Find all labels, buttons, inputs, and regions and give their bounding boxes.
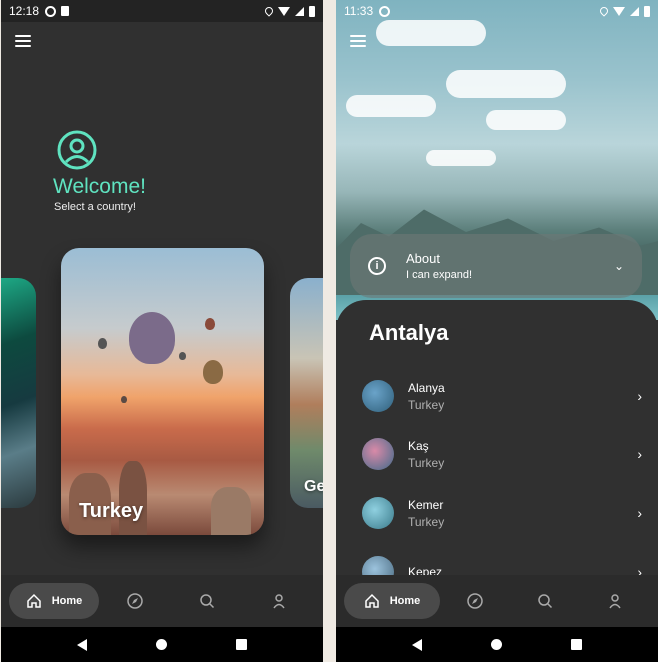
country-card-next[interactable]: Ge <box>290 278 323 508</box>
search-icon <box>200 594 215 609</box>
chevron-right-icon: › <box>637 388 642 404</box>
rock-image <box>211 487 251 535</box>
about-expandable-card[interactable]: i About I can expand! ⌄ <box>350 234 642 298</box>
sheet-title: Antalya <box>369 320 449 345</box>
person-icon <box>273 594 285 609</box>
wifi-icon <box>278 6 290 16</box>
app-notification-icon <box>45 5 57 17</box>
city-list-item[interactable]: Kaş Turkey › <box>362 434 642 474</box>
status-time: 11:33 <box>344 4 374 18</box>
city-name: Kemer <box>408 497 444 512</box>
nav-explore-button[interactable] <box>440 583 510 619</box>
nav-search-button[interactable] <box>171 583 243 619</box>
signal-icon <box>630 6 639 16</box>
country-card-label: Turkey <box>79 500 144 522</box>
city-list-item[interactable]: Alanya Turkey › <box>362 376 642 416</box>
balloon-image <box>203 360 223 384</box>
country-card-previous[interactable] <box>1 278 36 508</box>
app-notification-icon <box>379 5 391 17</box>
about-title: About <box>406 251 440 266</box>
balloon-image <box>179 352 186 360</box>
battery-icon <box>644 5 650 17</box>
status-bar: 12:18 <box>1 0 323 22</box>
cities-sheet: Antalya Alanya Turkey › Kaş Turkey › Kem… <box>336 300 658 590</box>
search-icon <box>538 594 553 609</box>
nav-profile-button[interactable] <box>243 583 315 619</box>
bottom-navigation: Home <box>1 575 323 627</box>
country-card-turkey[interactable]: Turkey <box>61 248 264 535</box>
sim-icon <box>61 6 70 16</box>
city-name: Kaş <box>408 438 429 453</box>
city-country: Turkey <box>408 514 445 529</box>
status-bar: 11:33 <box>336 0 658 22</box>
chevron-down-icon[interactable]: ⌄ <box>614 259 624 273</box>
chevron-right-icon: › <box>637 505 642 521</box>
nav-search-button[interactable] <box>510 583 580 619</box>
bottom-navigation: Home <box>336 575 658 627</box>
city-thumbnail <box>362 438 394 470</box>
home-screen: 12:18 Welcome! Select a country! Turkey … <box>1 0 323 662</box>
city-thumbnail <box>362 380 394 412</box>
nav-home-label: Home <box>389 595 421 607</box>
wifi-icon <box>613 6 625 16</box>
signal-icon <box>295 6 304 16</box>
detail-screen: 11:33 i About I can expand! ⌄ Antalya Al… <box>336 0 658 662</box>
home-icon <box>26 593 41 608</box>
home-circle-icon[interactable] <box>155 639 167 650</box>
location-icon <box>263 5 275 17</box>
recents-icon[interactable] <box>570 639 582 650</box>
nav-home-button[interactable]: Home <box>9 583 99 619</box>
city-country: Turkey <box>408 397 445 412</box>
balloon-image <box>98 338 107 349</box>
battery-icon <box>309 5 315 17</box>
nav-profile-button[interactable] <box>580 583 650 619</box>
info-icon: i <box>368 257 386 275</box>
back-icon[interactable] <box>77 638 88 651</box>
welcome-title: Welcome! <box>53 175 146 198</box>
balloon-image <box>205 318 215 330</box>
status-time: 12:18 <box>9 4 40 18</box>
compass-icon <box>467 593 483 609</box>
welcome-subtitle: Select a country! <box>54 201 136 213</box>
account-circle-icon <box>57 130 97 170</box>
compass-icon <box>127 593 143 609</box>
nav-explore-button[interactable] <box>99 583 171 619</box>
recents-icon[interactable] <box>235 639 247 650</box>
city-country: Turkey <box>408 455 445 470</box>
city-list-item[interactable]: Kemer Turkey › <box>362 493 642 533</box>
city-thumbnail <box>362 497 394 529</box>
nav-home-label: Home <box>51 595 83 607</box>
about-subtitle: I can expand! <box>406 269 473 281</box>
home-icon <box>364 593 379 608</box>
city-name: Alanya <box>408 380 445 395</box>
balloon-image <box>129 312 175 364</box>
balloon-image <box>121 396 127 403</box>
country-card-label: Ge <box>304 478 323 495</box>
menu-icon[interactable] <box>15 35 31 47</box>
location-icon <box>598 5 610 17</box>
nav-home-button[interactable]: Home <box>344 583 440 619</box>
menu-icon[interactable] <box>350 35 366 47</box>
chevron-right-icon: › <box>637 446 642 462</box>
home-circle-icon[interactable] <box>490 639 502 650</box>
person-icon <box>609 594 621 609</box>
system-navigation-bar <box>336 627 658 662</box>
system-navigation-bar <box>1 627 323 662</box>
rock-image <box>119 461 147 535</box>
back-icon[interactable] <box>412 638 423 651</box>
